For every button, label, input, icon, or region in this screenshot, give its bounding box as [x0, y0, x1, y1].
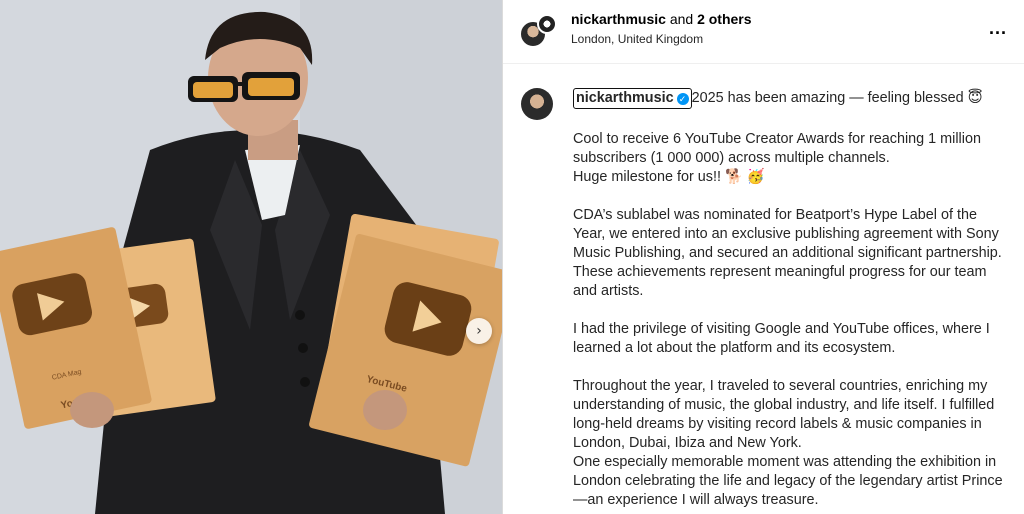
chevron-right-icon: ›	[476, 323, 482, 339]
collab-avatars[interactable]	[517, 12, 557, 52]
photo-illustration: CDA Mag YouTube YouTube	[0, 0, 502, 514]
header-others-link[interactable]: 2 others	[697, 11, 751, 27]
avatar-secondary[interactable]	[537, 14, 557, 34]
header-user-line: nickarthmusic and 2 others	[571, 11, 752, 27]
caption-avatar[interactable]	[521, 88, 553, 120]
post-details-panel: nickarthmusic and 2 others London, Unite…	[502, 0, 1024, 514]
verified-badge-icon: ✓	[676, 92, 689, 105]
caption-username-link[interactable]: nickarthmusic ✓	[573, 88, 692, 109]
caption-first-line: nickarthmusic ✓ 2025 has been amazing — …	[573, 88, 1013, 109]
post-header: nickarthmusic and 2 others London, Unite…	[503, 0, 1024, 64]
location-link[interactable]: London, United Kingdom	[571, 32, 703, 46]
caption-first-text: 2025 has been amazing — feeling blessed …	[691, 90, 983, 106]
more-options-icon[interactable]: ...	[989, 18, 1007, 39]
post-caption: nickarthmusic ✓ 2025 has been amazing — …	[573, 88, 1013, 510]
post-photo[interactable]: CDA Mag YouTube YouTube ›	[0, 0, 502, 514]
caption-paragraph-1: Cool to receive 6 YouTube Creator Awards…	[573, 131, 981, 185]
caption-paragraph-2: CDA’s sublabel was nominated for Beatpor…	[573, 207, 1002, 299]
caption-paragraph-3: I had the privilege of visiting Google a…	[573, 321, 990, 356]
next-photo-button[interactable]: ›	[466, 318, 492, 344]
caption-paragraph-4: Throughout the year, I traveled to sever…	[573, 378, 1003, 508]
header-and-text: and	[669, 11, 694, 27]
caption-username: nickarthmusic	[576, 90, 674, 106]
header-username[interactable]: nickarthmusic	[571, 11, 666, 27]
